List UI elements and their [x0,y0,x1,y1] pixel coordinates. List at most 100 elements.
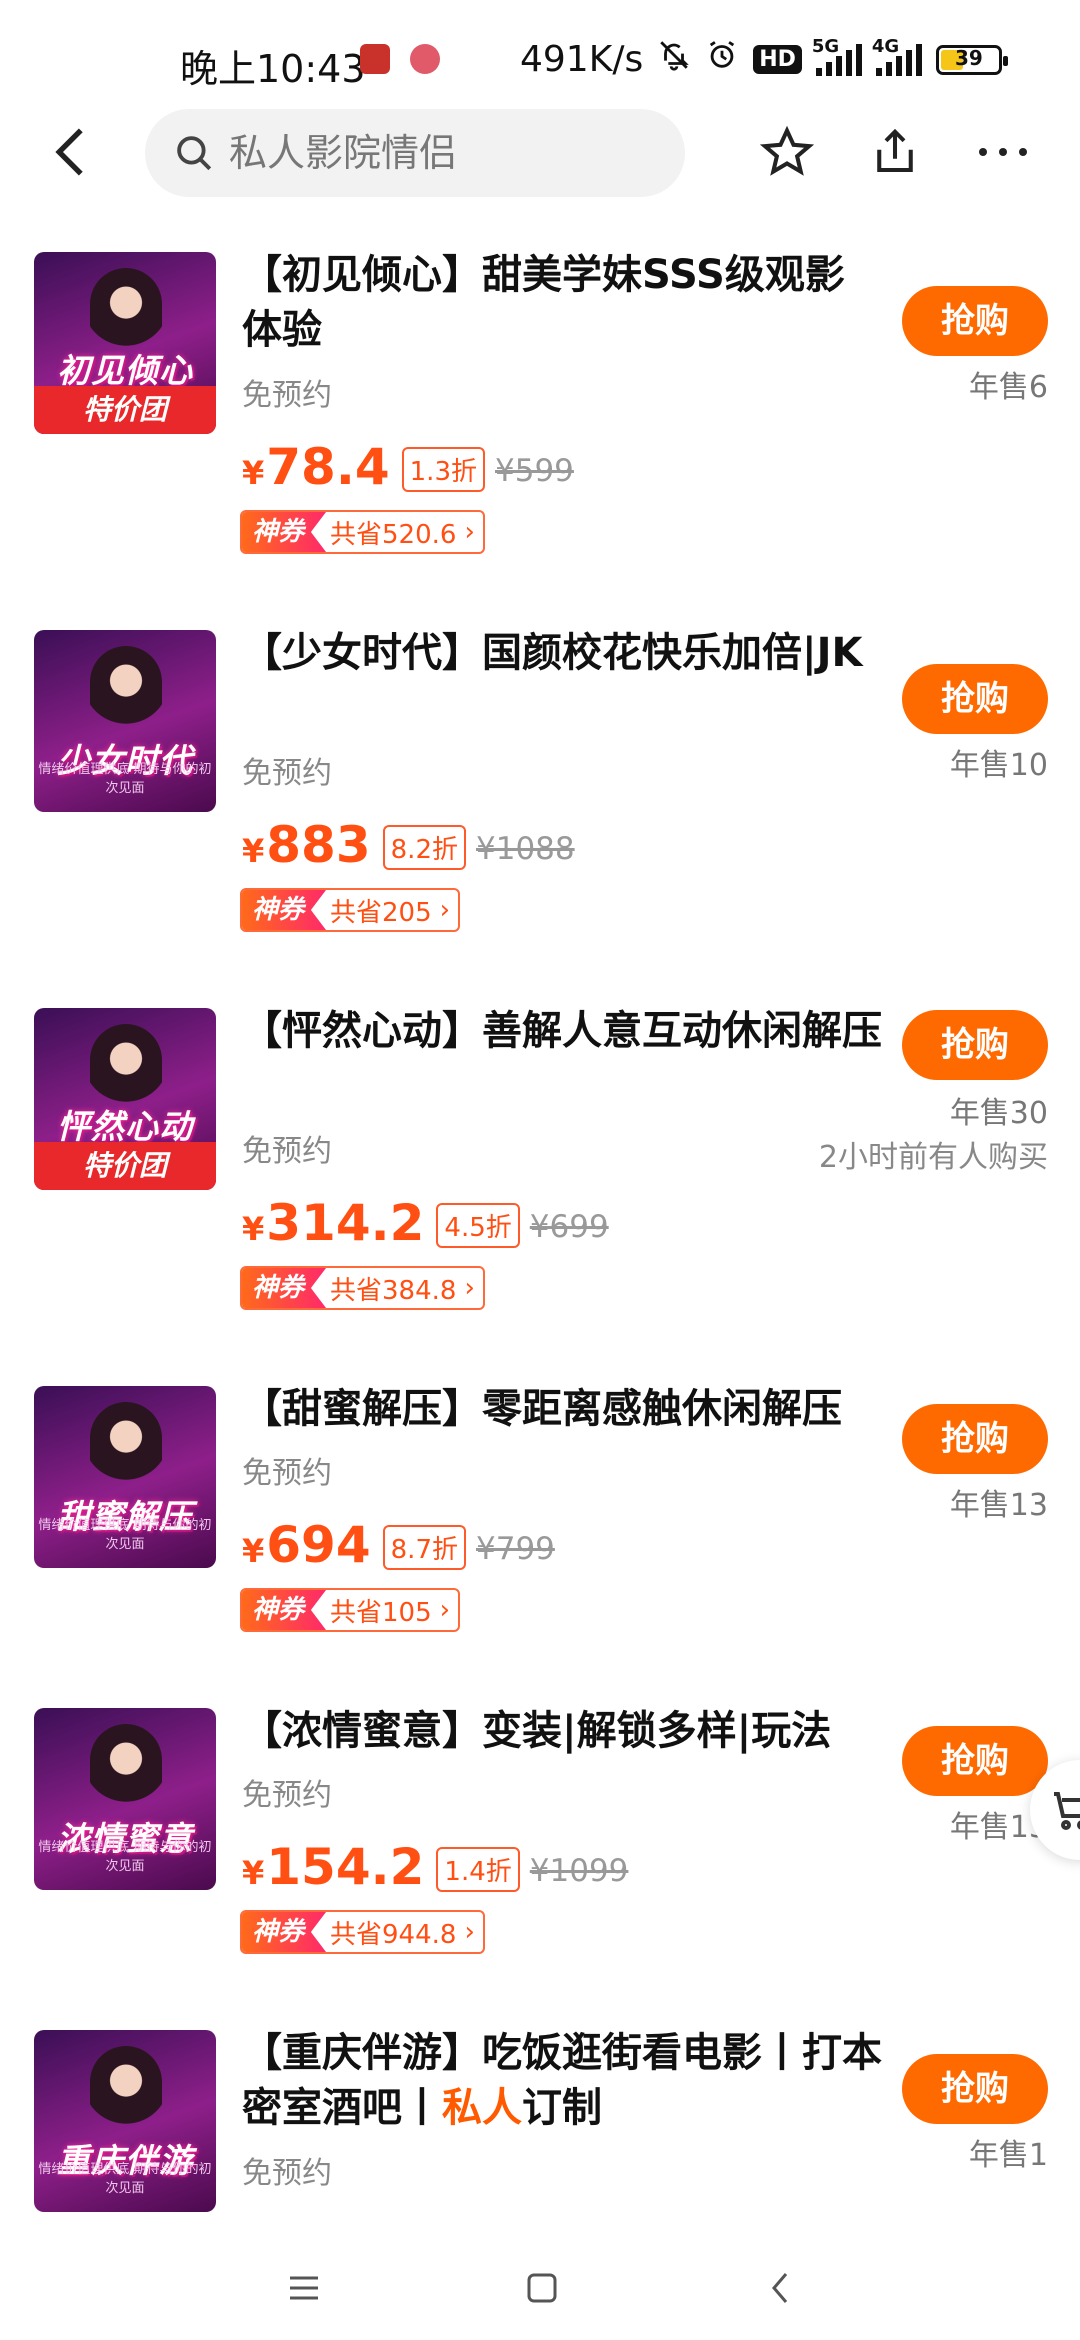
buy-button[interactable]: 抢购 [902,1726,1048,1796]
status-right: 491K/s HD 5G 4G 39 [520,36,1008,81]
chevron-right-icon: › [464,517,475,547]
nav-back-button[interactable] [750,2258,810,2318]
list-item[interactable]: 重庆伴游 情绪价值理供底 期待与你的初次见面 【重庆伴游】吃饭逛街看电影丨打本密… [0,2018,1080,2218]
price-row: ¥ 694 8.7折 ¥799 [242,1516,555,1574]
buy-button[interactable]: 抢购 [902,286,1048,356]
coupon-row[interactable]: 神券 共省520.6 › [240,510,485,554]
item-title[interactable]: 【初见倾心】甜美学妹SSS级观影体验 [242,248,882,358]
yearly-sales: 年售13 [949,1488,1048,1523]
yearly-sales: 年售6 [968,370,1048,405]
coupon-tag: 神券 [242,1912,327,1952]
yearly-sales: 年售1 [968,2138,1048,2173]
price-row: ¥ 78.4 1.3折 ¥599 [242,438,574,496]
coupon-savings: 共省384.8 [330,1275,457,1306]
discount-badge: 1.4折 [436,1847,520,1892]
price-value: 694 [266,1516,371,1574]
back-icon [55,128,83,176]
menu-button[interactable] [274,2258,334,2318]
thumbnail-subtitle: 情绪价值理供底 期待与你的初次见面 [38,762,212,796]
product-thumbnail[interactable]: 浓情蜜意 情绪价值理供底 期待与你的初次见面 [34,1708,216,1890]
battery-icon: 39 [935,44,1008,75]
status-bar: 晚上10:43 491K/s HD 5G 4G 39 [0,0,1080,120]
yearly-sales: 年售10 [949,748,1048,783]
buy-button[interactable]: 抢购 [902,2054,1048,2124]
home-button[interactable] [512,2258,572,2318]
discount-badge: 1.3折 [401,447,485,492]
model-photo [90,646,162,742]
coupon-savings: 共省944.8 [330,1919,457,1950]
price-currency: ¥ [242,1854,265,1892]
thumbnail-banner: 特价团 [34,386,216,434]
home-square-icon [527,2273,557,2303]
product-thumbnail[interactable]: 甜蜜解压 情绪价值理供底 期待与你的初次见面 [34,1386,216,1568]
item-title[interactable]: 【甜蜜解压】零距离感触休闲解压 [242,1382,882,1437]
share-button[interactable] [860,117,930,187]
coupon-savings: 共省105 [330,1597,432,1628]
coupon-tag: 神券 [242,512,327,552]
item-title[interactable]: 【重庆伴游】吃饭逛街看电影丨打本密室酒吧丨私人订制 [242,2026,882,2136]
search-input[interactable] [229,131,649,175]
cart-icon [1054,1792,1080,1830]
product-list: 初见倾心 特价团 【初见倾心】甜美学妹SSS级观影体验 免预约 ¥ 78.4 1… [0,240,1080,2218]
thumbnail-subtitle: 情绪价值理供底 期待与你的初次见面 [38,1840,212,1874]
chevron-right-icon: › [464,1917,475,1947]
buy-button[interactable]: 抢购 [902,664,1048,734]
product-thumbnail[interactable]: 初见倾心 特价团 [34,252,216,434]
coupon-row[interactable]: 神券 共省105 › [240,1588,461,1632]
chevron-right-icon: › [439,895,451,925]
search-box[interactable] [145,109,685,197]
original-price: ¥799 [476,1531,555,1567]
hd-badge: HD [753,45,802,74]
buy-button[interactable]: 抢购 [902,1010,1048,1080]
item-title[interactable]: 【怦然心动】善解人意互动休闲解压 [242,1004,882,1059]
price-row: ¥ 154.2 1.4折 ¥1099 [242,1838,628,1896]
status-time: 晚上10:43 [180,47,366,91]
coupon-row[interactable]: 神券 共省384.8 › [240,1266,485,1310]
header [0,105,1080,200]
product-thumbnail[interactable]: 少女时代 情绪价值理供底 期待与你的初次见面 [34,630,216,812]
discount-badge: 8.2折 [382,825,466,870]
original-price: ¥699 [529,1209,609,1245]
price-currency: ¥ [242,1210,265,1248]
chevron-right-icon: › [464,1273,475,1303]
alarm-icon [705,38,739,81]
product-thumbnail[interactable]: 怦然心动 特价团 [34,1008,216,1190]
coupon-tag: 神券 [242,890,327,930]
system-nav-bar [0,2230,1080,2340]
list-item[interactable]: 少女时代 情绪价值理供底 期待与你的初次见面 【少女时代】国颜校花快乐加倍|JK… [0,618,1080,996]
thumbnail-banner: 特价团 [34,1142,216,1190]
model-photo [90,1724,162,1820]
item-title[interactable]: 【浓情蜜意】变装|解锁多样|玩法 [242,1704,882,1759]
booking-note: 免预约 [242,378,332,413]
list-item[interactable]: 怦然心动 特价团 【怦然心动】善解人意互动休闲解压 免预约 ¥ 314.2 4.… [0,996,1080,1374]
booking-note: 免预约 [242,1778,332,1813]
price-value: 883 [266,816,371,874]
mute-bell-icon [657,38,691,81]
title-highlight: 私人 [442,2085,522,2131]
more-icon [979,148,1027,156]
price-currency: ¥ [242,454,265,492]
net-speed: 491K/s [520,39,644,80]
more-button[interactable] [968,117,1038,187]
buy-button[interactable]: 抢购 [902,1404,1048,1474]
price-value: 154.2 [266,1838,425,1896]
list-item[interactable]: 甜蜜解压 情绪价值理供底 期待与你的初次见面 【甜蜜解压】零距离感触休闲解压 免… [0,1374,1080,1696]
price-value: 314.2 [266,1194,425,1252]
thumbnail-title: 初见倾心 [57,351,193,390]
menu-icon [290,2276,318,2300]
coupon-row[interactable]: 神券 共省205 › [240,888,461,932]
list-item[interactable]: 初见倾心 特价团 【初见倾心】甜美学妹SSS级观影体验 免预约 ¥ 78.4 1… [0,240,1080,618]
app-notification-icon [410,44,440,74]
star-icon [760,125,814,176]
list-item[interactable]: 浓情蜜意 情绪价值理供底 期待与你的初次见面 【浓情蜜意】变装|解锁多样|玩法 … [0,1696,1080,2018]
notification-icons [360,44,440,74]
item-title[interactable]: 【少女时代】国颜校花快乐加倍|JK [242,626,882,681]
booking-note: 免预约 [242,1456,332,1491]
battery-level: 39 [954,45,983,70]
favorite-button[interactable] [752,117,822,187]
signal-5g-icon: 5G [812,36,862,76]
product-thumbnail[interactable]: 重庆伴游 情绪价值理供底 期待与你的初次见面 [34,2030,216,2212]
back-button[interactable] [40,117,100,187]
coupon-row[interactable]: 神券 共省944.8 › [240,1910,485,1954]
price-value: 78.4 [266,438,390,496]
